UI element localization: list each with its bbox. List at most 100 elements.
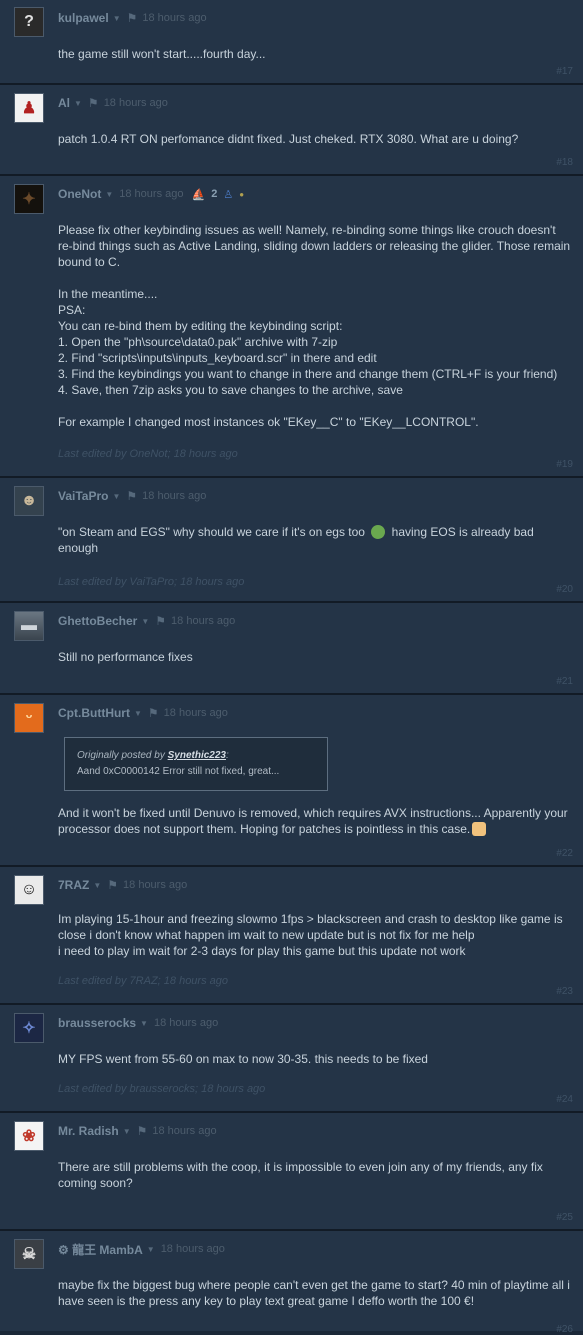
author-name[interactable]: Cpt.ButtHurt bbox=[58, 706, 130, 720]
flag-icon[interactable]: ⚑ bbox=[127, 11, 138, 25]
comment-number[interactable]: #26 bbox=[556, 1324, 573, 1335]
timestamp: 18 hours ago bbox=[119, 188, 184, 200]
comment-text: There are still problems with the coop, … bbox=[58, 1160, 543, 1190]
timestamp: 18 hours ago bbox=[160, 1243, 225, 1255]
comment-text: "on Steam and EGS" why should we care if… bbox=[58, 524, 571, 556]
chevron-down-icon[interactable]: ▼ bbox=[105, 190, 113, 199]
comment-header: Mr. Radish ▼ ⚑ 18 hours ago bbox=[58, 1113, 571, 1149]
chevron-down-icon[interactable]: ▼ bbox=[112, 492, 120, 501]
author-name[interactable]: VaiTaPro bbox=[58, 489, 108, 503]
figure-award-icon: ♙ bbox=[223, 188, 234, 201]
avatar[interactable]: ♟ bbox=[14, 93, 44, 123]
comment-post: ☠ ⚙ 龍王 MambA ▼ 18 hours ago maybe fix th… bbox=[0, 1231, 583, 1335]
comment-post: ? kulpawel ▼ ⚑ 18 hours ago the game sti… bbox=[0, 0, 583, 85]
author-name[interactable]: brausserocks bbox=[58, 1016, 136, 1030]
comment-number[interactable]: #17 bbox=[556, 66, 573, 77]
chevron-down-icon[interactable]: ▼ bbox=[140, 1019, 148, 1028]
author-name[interactable]: kulpawel bbox=[58, 11, 109, 25]
comment-number[interactable]: #21 bbox=[556, 676, 573, 687]
comment-body: Please fix other keybinding issues as we… bbox=[58, 212, 571, 462]
chevron-down-icon[interactable]: ▼ bbox=[123, 1127, 131, 1136]
comment-number[interactable]: #24 bbox=[556, 1094, 573, 1105]
comment-text: Im playing 15-1hour and freezing slowmo … bbox=[58, 912, 563, 958]
flag-icon[interactable]: ⚑ bbox=[88, 96, 99, 110]
avatar[interactable]: ❀ bbox=[14, 1121, 44, 1151]
quote-block: Originally posted by Synethic223: Aand 0… bbox=[64, 737, 328, 791]
edited-note: Last edited by OneNot; 18 hours ago bbox=[58, 448, 238, 460]
chevron-down-icon[interactable]: ▼ bbox=[134, 709, 142, 718]
award-badges[interactable]: ⛵ 2 ♙ ● bbox=[191, 188, 244, 201]
comment-thread: ? kulpawel ▼ ⚑ 18 hours ago the game sti… bbox=[0, 0, 583, 1335]
comment-text: Still no performance fixes bbox=[58, 650, 193, 664]
comment-body: the game still won't start.....fourth da… bbox=[58, 36, 571, 62]
flag-icon[interactable]: ⚑ bbox=[155, 614, 166, 628]
flag-icon[interactable]: ⚑ bbox=[137, 1124, 148, 1138]
quote-header: Originally posted by Synethic223: bbox=[77, 748, 315, 764]
comment-number[interactable]: #19 bbox=[556, 459, 573, 470]
sick-emoticon-icon bbox=[371, 525, 386, 539]
comment-text: the game still won't start.....fourth da… bbox=[58, 47, 266, 61]
comment-post: ✧ brausserocks ▼ 18 hours ago MY FPS wen… bbox=[0, 1005, 583, 1113]
award-count: 2 bbox=[211, 188, 218, 200]
comment-body: "on Steam and EGS" why should we care if… bbox=[58, 514, 571, 590]
avatar[interactable]: ☠ bbox=[14, 1239, 44, 1269]
comment-body: maybe fix the biggest bug where people c… bbox=[58, 1267, 571, 1309]
avatar[interactable]: ᵕ bbox=[14, 703, 44, 733]
chevron-down-icon[interactable]: ▼ bbox=[147, 1245, 155, 1254]
comment-number[interactable]: #22 bbox=[556, 848, 573, 859]
avatar[interactable]: ▬ bbox=[14, 611, 44, 641]
author-name[interactable]: ⚙ 龍王 MambA bbox=[58, 1241, 143, 1258]
comment-post: ✦ OneNot ▼ 18 hours ago ⛵ 2 ♙ ● Please f… bbox=[0, 176, 583, 478]
timestamp: 18 hours ago bbox=[142, 490, 207, 502]
comment-header: kulpawel ▼ ⚑ 18 hours ago bbox=[58, 0, 571, 36]
comment-body: Im playing 15-1hour and freezing slowmo … bbox=[58, 903, 571, 989]
comment-body: patch 1.0.4 RT ON perfomance didnt fixed… bbox=[58, 121, 571, 147]
timestamp: 18 hours ago bbox=[103, 97, 168, 109]
comment-text: MY FPS went from 55-60 on max to now 30-… bbox=[58, 1052, 428, 1066]
comment-number[interactable]: #23 bbox=[556, 986, 573, 997]
comment-post: ▬ GhettoBecher ▼ ⚑ 18 hours ago Still no… bbox=[0, 603, 583, 695]
comment-text: And it won't be fixed until Denuvo is re… bbox=[58, 805, 571, 837]
comment-header: 7RAZ ▼ ⚑ 18 hours ago bbox=[58, 867, 571, 903]
edited-note: Last edited by 7RAZ; 18 hours ago bbox=[58, 975, 228, 987]
timestamp: 18 hours ago bbox=[123, 879, 188, 891]
author-name[interactable]: GhettoBecher bbox=[58, 614, 137, 628]
comment-number[interactable]: #20 bbox=[556, 584, 573, 595]
flag-icon[interactable]: ⚑ bbox=[126, 489, 137, 503]
timestamp: 18 hours ago bbox=[152, 1125, 217, 1137]
chevron-down-icon[interactable]: ▼ bbox=[74, 99, 82, 108]
comment-header: GhettoBecher ▼ ⚑ 18 hours ago bbox=[58, 603, 571, 639]
author-name[interactable]: Al bbox=[58, 96, 70, 110]
comment-text-part: "on Steam and EGS" why should we care if… bbox=[58, 525, 365, 539]
avatar[interactable]: ☻ bbox=[14, 486, 44, 516]
comment-text-part: And it won't be fixed until Denuvo is re… bbox=[58, 806, 568, 836]
timestamp: 18 hours ago bbox=[142, 12, 207, 24]
comment-body: There are still problems with the coop, … bbox=[58, 1149, 571, 1191]
author-name[interactable]: 7RAZ bbox=[58, 878, 89, 892]
comment-number[interactable]: #25 bbox=[556, 1212, 573, 1223]
author-name[interactable]: Mr. Radish bbox=[58, 1124, 119, 1138]
avatar[interactable]: ✦ bbox=[14, 184, 44, 214]
quote-colon: : bbox=[225, 750, 229, 761]
comment-header: Cpt.ButtHurt ▼ ⚑ 18 hours ago bbox=[58, 695, 571, 731]
chevron-down-icon[interactable]: ▼ bbox=[141, 617, 149, 626]
comment-header: ⚙ 龍王 MambA ▼ 18 hours ago bbox=[58, 1231, 571, 1267]
comment-header: VaiTaPro ▼ ⚑ 18 hours ago bbox=[58, 478, 571, 514]
avatar[interactable]: ☺ bbox=[14, 875, 44, 905]
edited-note: Last edited by brausserocks; 18 hours ag… bbox=[58, 1083, 266, 1095]
flag-icon[interactable]: ⚑ bbox=[107, 878, 118, 892]
avatar[interactable]: ✧ bbox=[14, 1013, 44, 1043]
author-name[interactable]: OneNot bbox=[58, 187, 101, 201]
chevron-down-icon[interactable]: ▼ bbox=[113, 14, 121, 23]
comment-post: ❀ Mr. Radish ▼ ⚑ 18 hours ago There are … bbox=[0, 1113, 583, 1231]
ship-award-icon: ⛵ bbox=[191, 188, 206, 201]
cat-emoticon-icon bbox=[472, 822, 487, 836]
quote-author-link[interactable]: Synethic223 bbox=[168, 750, 226, 761]
flag-icon[interactable]: ⚑ bbox=[148, 706, 159, 720]
quote-prefix: Originally posted by bbox=[77, 750, 165, 761]
comment-number[interactable]: #18 bbox=[556, 157, 573, 168]
quote-text: Aand 0xC0000142 Error still not fixed, g… bbox=[77, 766, 280, 777]
chevron-down-icon[interactable]: ▼ bbox=[93, 881, 101, 890]
avatar[interactable]: ? bbox=[14, 7, 44, 37]
dot-award-icon: ● bbox=[239, 189, 245, 199]
